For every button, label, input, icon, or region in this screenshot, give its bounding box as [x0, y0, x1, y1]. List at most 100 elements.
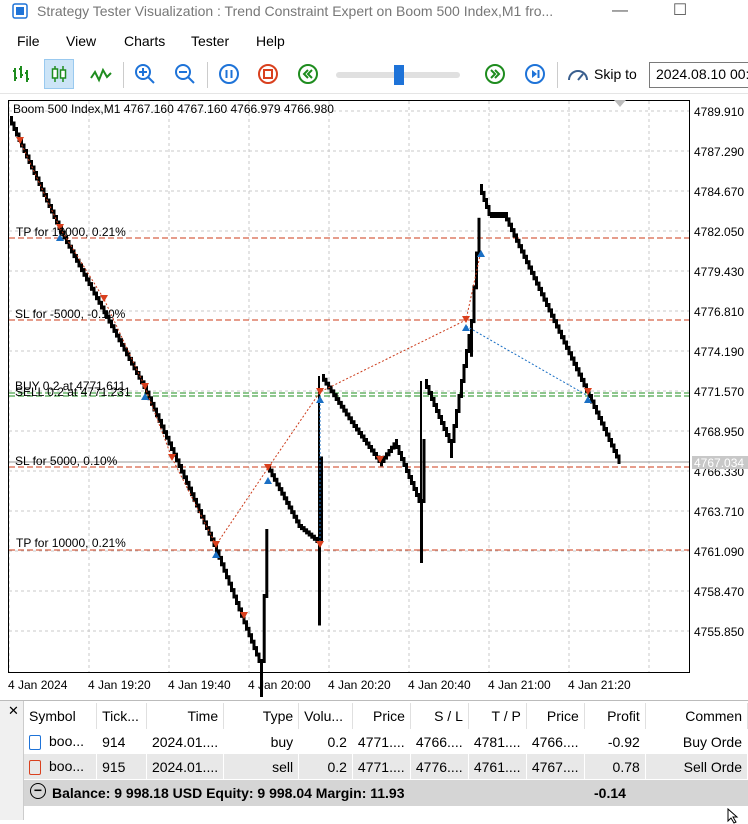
- stop-icon: [258, 64, 278, 84]
- menu-bar: File View Charts Tester Help: [0, 29, 748, 53]
- chart-area[interactable]: Boom 500 Index,M1 4767.160 4767.160 4766…: [0, 96, 748, 697]
- volume-cell: 0.2: [298, 754, 353, 779]
- window-title: Strategy Tester Visualization : Trend Co…: [37, 3, 554, 19]
- symbol-value: boo...: [49, 758, 85, 775]
- line-chart-button[interactable]: [86, 59, 116, 89]
- col-time[interactable]: Time: [146, 703, 225, 729]
- profit-cell: 0.78: [584, 754, 646, 779]
- tp-line-label-2: TP for 10000, 0.21%: [16, 536, 126, 550]
- price-axis-label: 4776.810: [694, 305, 745, 319]
- col-symbol[interactable]: Symbol: [24, 703, 98, 729]
- tester-app-icon: [12, 3, 28, 19]
- col-volume[interactable]: Volu...: [298, 703, 353, 729]
- time-axis-label: 4 Jan 19:40: [168, 678, 231, 692]
- col-comment[interactable]: Commen: [645, 703, 748, 729]
- toolbar: Skip to 2024.08.10 00:: [0, 56, 748, 94]
- bar-chart-icon: [13, 66, 29, 82]
- sl-line-label-2: SL for 5000, 0.10%: [15, 454, 118, 468]
- skip-to-button[interactable]: Skip to: [566, 64, 637, 84]
- price-cell: 4771....: [357, 733, 405, 750]
- mouse-cursor-icon: [727, 808, 739, 824]
- col-tp[interactable]: T / P: [468, 703, 527, 729]
- zoom-in-button[interactable]: [130, 59, 160, 89]
- volume-cell: 0.2: [327, 733, 347, 750]
- col-price[interactable]: Price: [352, 703, 411, 729]
- sl-line-label: SL for -5000, -0.10%: [15, 307, 126, 321]
- pause-button[interactable]: [214, 59, 244, 89]
- price-axis-label: 4761.090: [694, 545, 745, 559]
- skip-to-label: Skip to: [594, 66, 637, 82]
- tp-line-label: TP for 10000, 0.21%: [16, 225, 126, 239]
- profit-cell: -0.92: [607, 733, 640, 750]
- sell-doc-icon: [29, 759, 41, 775]
- current-price-cell: 4766....: [531, 733, 579, 750]
- time-axis-label: 4 Jan 20:00: [248, 678, 311, 692]
- table-row[interactable]: boo... 915 2024.01.... sell 0.2 4771....…: [24, 754, 748, 779]
- table-row[interactable]: boo... 914 2024.01.... buy 0.2 4771.... …: [24, 729, 748, 754]
- time-axis-label: 4 Jan 2024: [8, 678, 68, 692]
- symbol-cell: boo...: [24, 754, 97, 779]
- time-axis-label: 4 Jan 21:20: [568, 678, 631, 692]
- skip-date-input[interactable]: 2024.08.10 00:: [649, 62, 748, 88]
- price-cell: 4771....: [352, 754, 411, 779]
- time-cell: 2024.01....: [151, 733, 219, 750]
- maximize-button[interactable]: ☐: [660, 0, 700, 24]
- price-axis-label: 4768.950: [694, 425, 745, 439]
- menu-tester[interactable]: Tester: [191, 33, 229, 49]
- time-axis-label: 4 Jan 20:20: [328, 678, 391, 692]
- time-cell: 2024.01....: [146, 754, 224, 779]
- toolbar-separator: [123, 62, 124, 88]
- balance-summary: Balance: 9 998.18 USD Equity: 9 998.04 M…: [52, 785, 405, 801]
- pause-icon: [219, 64, 239, 84]
- minimize-button[interactable]: —: [600, 0, 640, 24]
- ticket-cell: 914: [102, 733, 126, 750]
- symbol-value: boo...: [49, 733, 85, 750]
- scroll-marker-icon: [614, 100, 626, 107]
- collapse-icon[interactable]: −: [30, 783, 46, 799]
- symbol-info: Boom 500 Index,M1 4767.160 4767.160 4766…: [13, 102, 334, 116]
- current-price-cell: 4767....: [526, 754, 585, 779]
- step-forward-button[interactable]: [520, 59, 550, 89]
- col-ticket[interactable]: Tick...: [96, 703, 147, 729]
- speed-up-button[interactable]: [480, 59, 510, 89]
- panel-side-bar: ✕: [0, 701, 24, 820]
- comment-cell: Buy Orde: [682, 733, 742, 750]
- fast-forward-icon: [485, 64, 505, 84]
- stop-button[interactable]: [253, 59, 283, 89]
- total-profit: -0.14: [594, 785, 626, 801]
- toolbar-separator: [207, 62, 208, 88]
- price-axis-label: 4782.050: [694, 225, 745, 239]
- tp-cell: 4781....: [473, 733, 521, 750]
- type-cell: buy: [270, 733, 294, 750]
- title-bar: Strategy Tester Visualization : Trend Co…: [0, 0, 748, 24]
- symbol-cell: boo...: [24, 729, 97, 754]
- menu-file[interactable]: File: [17, 33, 40, 49]
- sl-cell: 4766....: [415, 733, 463, 750]
- price-axis-label: 4763.710: [694, 505, 745, 519]
- candlestick-chart-button[interactable]: [44, 59, 74, 89]
- menu-help[interactable]: Help: [256, 33, 285, 49]
- speed-slider-thumb[interactable]: [394, 65, 404, 85]
- menu-charts[interactable]: Charts: [124, 33, 165, 49]
- price-axis-label: 4771.570: [694, 385, 745, 399]
- buy-doc-icon: [29, 734, 41, 750]
- ticket-cell: 915: [96, 754, 147, 779]
- close-panel-button[interactable]: ✕: [8, 703, 19, 719]
- col-current-price[interactable]: Price: [526, 703, 585, 729]
- skip-to-end-icon: [525, 64, 545, 84]
- col-sl[interactable]: S / L: [410, 703, 469, 729]
- bar-chart-button[interactable]: [6, 59, 36, 89]
- time-axis-label: 4 Jan 19:20: [88, 678, 151, 692]
- zoom-out-button[interactable]: [170, 59, 200, 89]
- balance-row[interactable]: − Balance: 9 998.18 USD Equity: 9 998.04…: [24, 780, 748, 806]
- zoom-out-icon: [175, 64, 195, 84]
- slow-down-button[interactable]: [293, 59, 323, 89]
- toolbar-separator: [557, 62, 558, 88]
- line-chart-icon: [90, 67, 112, 83]
- menu-view[interactable]: View: [66, 33, 96, 49]
- comment-cell: Sell Orde: [645, 754, 748, 779]
- col-type[interactable]: Type: [223, 703, 300, 729]
- price-axis-label: 4774.190: [694, 345, 745, 359]
- col-profit[interactable]: Profit: [584, 703, 646, 729]
- zoom-in-icon: [135, 64, 155, 84]
